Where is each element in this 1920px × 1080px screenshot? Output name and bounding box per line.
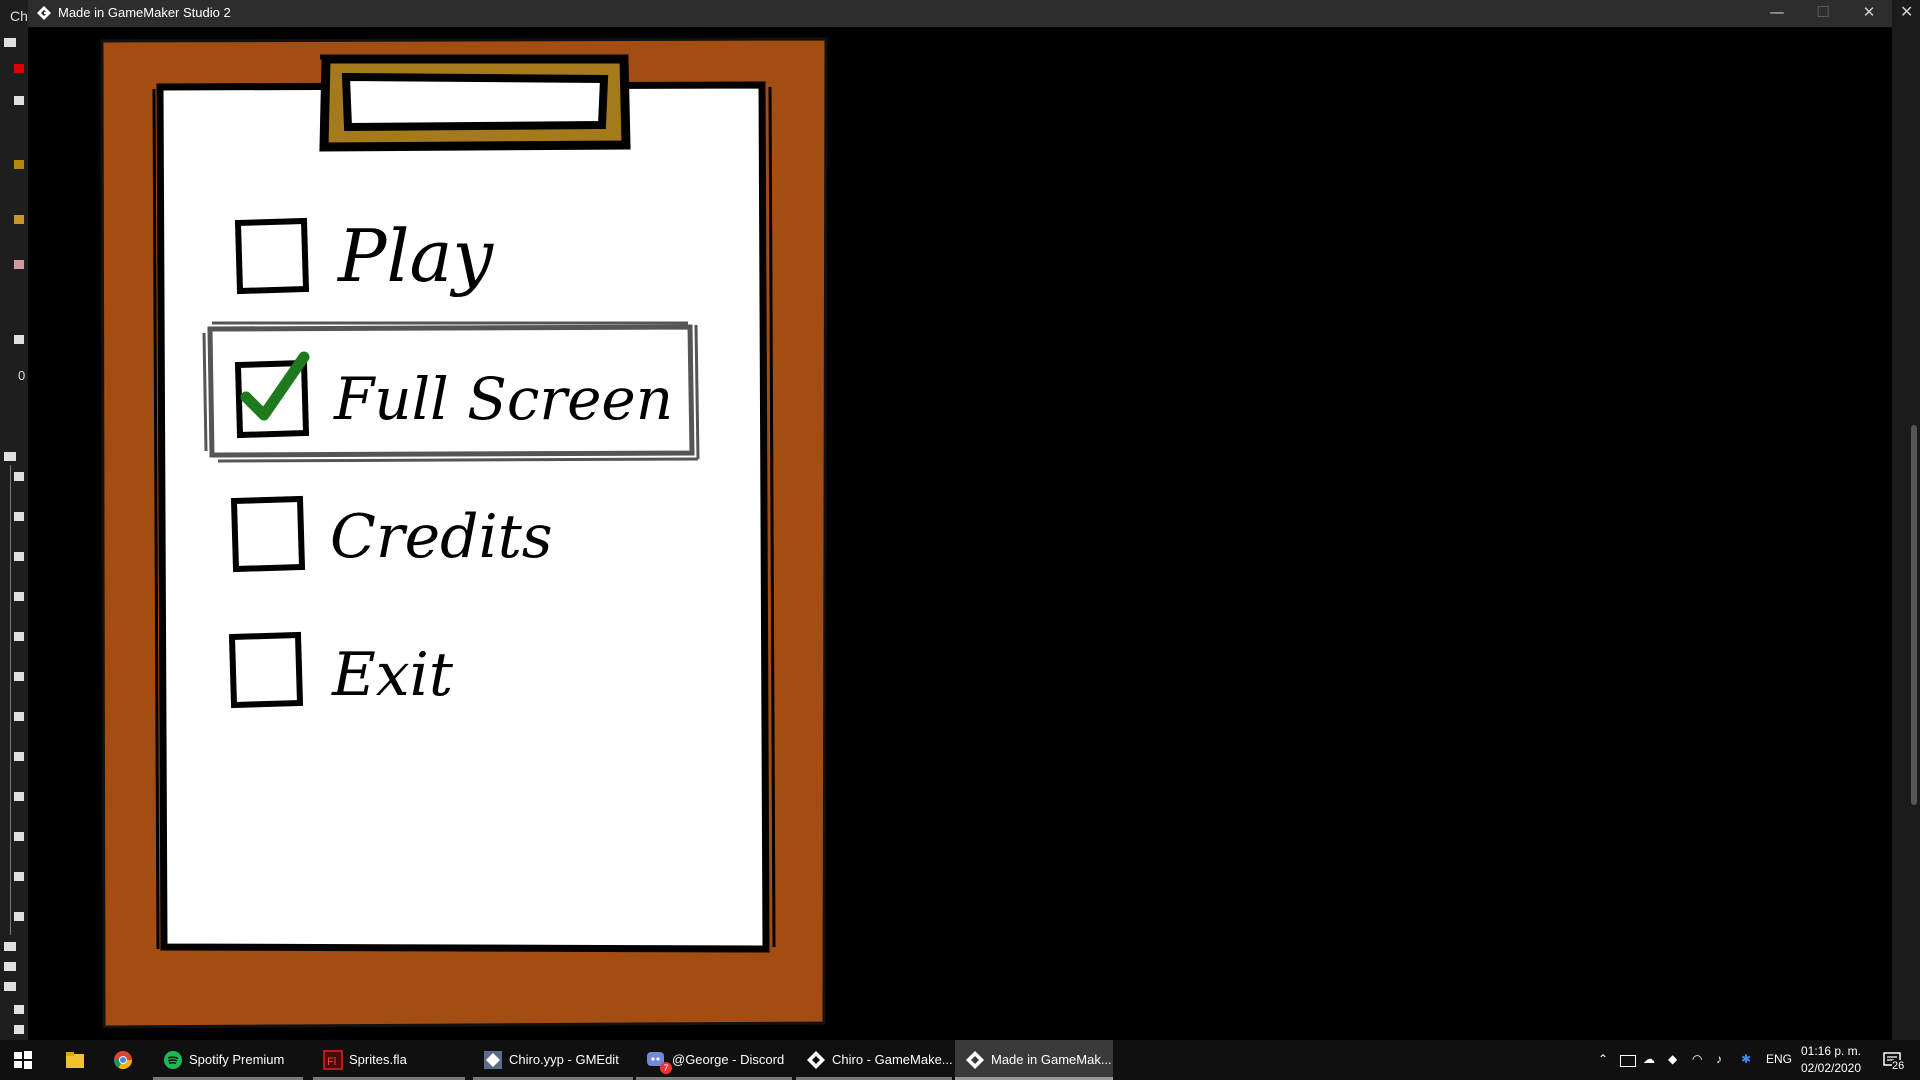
clock-date: 02/02/2020 [1800, 1061, 1862, 1075]
background-app-right-edge: ✕ [1892, 0, 1920, 1040]
menu-label-credits[interactable]: Credits [330, 502, 553, 572]
taskbar-label: Made in GameMak... [991, 1052, 1112, 1067]
game-canvas[interactable]: Play Full Screen Credits Exit [28, 27, 1892, 1040]
menu-item-play[interactable]: Play [234, 214, 494, 298]
action-center-button[interactable]: 26 [1872, 1040, 1912, 1080]
menu-label-play[interactable]: Play [336, 214, 494, 298]
clock-time: 01:16 p. m. [1800, 1044, 1862, 1058]
taskbar-file-explorer[interactable] [55, 1040, 95, 1080]
taskbar-label: @George - Discord [672, 1052, 785, 1067]
file-icon[interactable] [14, 552, 24, 561]
file-icon[interactable] [14, 672, 24, 681]
game-window: Made in GameMaker Studio 2 — ☐ ✕ Play Fu… [28, 0, 1892, 1040]
background-app-sidebar: Ch 0 [0, 0, 28, 1040]
battery-icon[interactable] [1620, 1055, 1636, 1067]
svg-text:Fl: Fl [327, 1056, 336, 1068]
file-icon[interactable] [14, 512, 24, 521]
file-explorer-icon [66, 1052, 84, 1068]
menu-item-exit[interactable]: Exit [228, 631, 454, 710]
background-app-title: Ch [10, 8, 28, 24]
dropbox-icon[interactable]: ◆ [1668, 1052, 1677, 1066]
taskbar-discord[interactable]: 7 @George - Discord [636, 1040, 792, 1080]
minimize-button[interactable]: — [1754, 0, 1800, 27]
taskbar-spotify[interactable]: Spotify Premium [153, 1040, 303, 1080]
taskbar-label: Chiro.yyp - GMEdit [509, 1052, 619, 1067]
clock[interactable]: 01:16 p. m. 02/02/2020 [1796, 1043, 1866, 1077]
file-icon[interactable] [14, 260, 24, 269]
folder-icon[interactable] [4, 38, 16, 47]
file-icon[interactable] [14, 912, 24, 921]
file-icon[interactable] [14, 472, 24, 481]
tree-line [10, 465, 11, 935]
start-button[interactable] [0, 1040, 44, 1080]
file-icon[interactable] [14, 832, 24, 841]
checkbox-play[interactable] [234, 217, 310, 295]
close-button[interactable]: ✕ [1846, 0, 1892, 27]
file-icon[interactable] [14, 64, 24, 73]
chrome-icon [114, 1051, 132, 1070]
file-icon[interactable] [14, 96, 24, 105]
language-indicator[interactable]: ENG [1766, 1052, 1792, 1066]
flash-icon: Fl [323, 1050, 343, 1070]
checkbox-credits[interactable] [230, 495, 306, 573]
file-icon[interactable] [14, 792, 24, 801]
taskbar: Spotify Premium Fl Sprites.fla Chiro.yyp… [0, 1040, 1920, 1080]
gamemaker-icon [966, 1051, 984, 1069]
file-icon[interactable] [14, 215, 24, 224]
file-icon[interactable] [14, 1005, 24, 1014]
folder-icon[interactable] [4, 452, 16, 461]
taskbar-label: Sprites.fla [349, 1052, 407, 1067]
folder-icon[interactable] [4, 942, 16, 951]
taskbar-gmedit[interactable]: Chiro.yyp - GMEdit [473, 1040, 633, 1080]
menu-label-exit[interactable]: Exit [331, 640, 454, 710]
maximize-button[interactable]: ☐ [1800, 0, 1846, 27]
show-hidden-icons-icon[interactable]: ⌃ [1598, 1052, 1608, 1066]
close-icon[interactable]: ✕ [1900, 2, 1913, 21]
taskbar-chrome[interactable] [103, 1040, 143, 1080]
taskbar-gamemaker-ide[interactable]: Chiro - GameMake... [796, 1040, 953, 1080]
menu-item-full-screen[interactable]: Full Screen [234, 351, 673, 439]
spotify-icon [164, 1051, 182, 1069]
taskbar-label: Spotify Premium [189, 1052, 285, 1067]
file-icon[interactable] [14, 872, 24, 881]
gmedit-icon [484, 1051, 502, 1069]
file-icon[interactable] [14, 592, 24, 601]
folder-icon[interactable] [4, 982, 16, 991]
file-icon[interactable] [14, 335, 24, 344]
menu-label-full-screen[interactable]: Full Screen [333, 365, 673, 433]
folder-icon[interactable] [4, 962, 16, 971]
file-icon[interactable] [14, 712, 24, 721]
taskbar-label: Chiro - GameMake... [832, 1052, 953, 1067]
windows-start-icon [14, 1051, 32, 1069]
onedrive-icon[interactable]: ☁ [1643, 1052, 1655, 1066]
file-icon[interactable] [14, 752, 24, 761]
scrollbar[interactable] [1911, 425, 1917, 805]
window-titlebar[interactable]: Made in GameMaker Studio 2 — ☐ ✕ [28, 0, 1892, 27]
notification-badge: 7 [660, 1062, 672, 1074]
bluetooth-icon[interactable]: ✱ [1741, 1052, 1751, 1066]
gamemaker-icon [807, 1051, 825, 1069]
file-icon[interactable] [14, 160, 24, 169]
gamemaker-icon [37, 6, 51, 20]
file-icon[interactable] [14, 1025, 24, 1034]
wifi-icon[interactable]: ◠ [1692, 1052, 1702, 1066]
menu-item-credits[interactable]: Credits [230, 495, 553, 573]
taskbar-gamemaker-game[interactable]: Made in GameMak... [955, 1040, 1113, 1080]
window-title: Made in GameMaker Studio 2 [58, 5, 231, 20]
notification-count: 26 [1892, 1060, 1905, 1072]
checkbox-exit[interactable] [228, 631, 304, 709]
clipboard-menu: Play Full Screen Credits Exit [100, 37, 828, 1029]
background-counter: 0 [18, 368, 26, 383]
file-icon[interactable] [14, 632, 24, 641]
volume-icon[interactable]: ♪ [1716, 1052, 1722, 1066]
taskbar-flash[interactable]: Fl Sprites.fla [313, 1040, 465, 1080]
